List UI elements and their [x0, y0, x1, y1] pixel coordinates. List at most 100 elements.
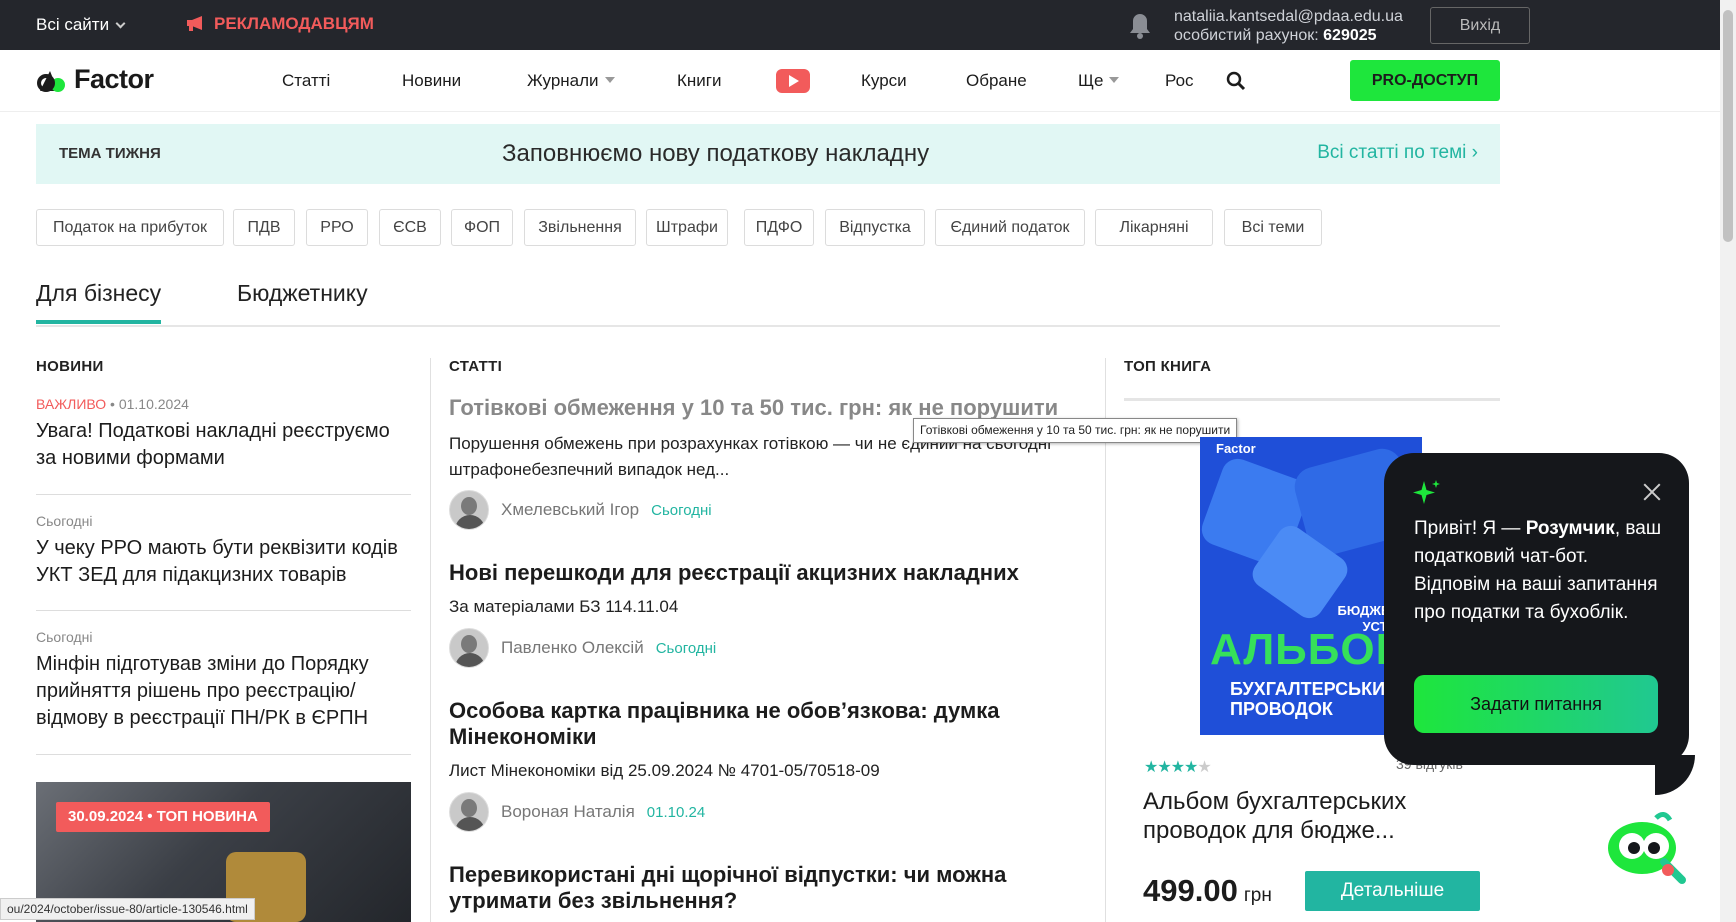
article-item[interactable]: Особова картка працівника не обов’язкова… — [449, 698, 1089, 784]
nav-articles[interactable]: Статті — [282, 71, 330, 91]
nav-books[interactable]: Книги — [677, 71, 721, 91]
tag-item[interactable]: ФОП — [451, 209, 513, 246]
tag-item[interactable]: Податок на прибуток — [36, 209, 224, 246]
nav-language-ru[interactable]: Рос — [1165, 71, 1194, 91]
avatar — [449, 490, 489, 530]
pro-access-button[interactable]: PRO-ДОСТУП — [1350, 60, 1500, 101]
news-title[interactable]: У чеку РРО мають бути реквізити кодів УК… — [36, 535, 411, 589]
youtube-icon[interactable] — [776, 69, 810, 93]
news-meta: ВАЖЛИВО • 01.10.2024 — [36, 396, 411, 412]
book-price: 499.00 грн — [1143, 873, 1272, 909]
news-item[interactable]: Сьогодні Мінфін підготував зміни до Поря… — [36, 629, 411, 732]
theme-label: ТЕМА ТИЖНЯ — [59, 145, 161, 162]
tab-business[interactable]: Для бізнесу — [36, 280, 162, 324]
theme-of-week-banner: ТЕМА ТИЖНЯ Заповнюємо нову податкову нак… — [36, 124, 1500, 184]
status-bar-url: ou/2024/october/issue-80/article-130546.… — [0, 898, 255, 920]
article-date: Сьогодні — [651, 501, 712, 519]
chevron-down-icon — [115, 18, 126, 29]
article-author[interactable]: Хмелевський Ігор Сьогодні — [449, 490, 712, 530]
news-title[interactable]: Увага! Податкові накладні реєструємо за … — [36, 418, 411, 472]
chevron-down-icon — [604, 77, 615, 83]
avatar — [449, 792, 489, 832]
nav-more-label: Ще — [1078, 71, 1104, 90]
news-item[interactable]: ВАЖЛИВО • 01.10.2024 Увага! Податкові на… — [36, 396, 411, 472]
sparkle-icon — [1413, 480, 1440, 504]
nav-news[interactable]: Новини — [402, 71, 461, 91]
logout-button[interactable]: Вихід — [1430, 7, 1530, 44]
chatbot-message: Привіт! Я — Розумчик, ваш податковий чат… — [1414, 515, 1664, 627]
theme-all-articles-link[interactable]: Всі статті по темі › — [1317, 142, 1478, 164]
article-author[interactable]: Павленко Олексій Сьогодні — [449, 628, 716, 668]
column-divider — [430, 358, 431, 922]
news-date: Сьогодні — [36, 513, 93, 529]
author-name[interactable]: Вороная Наталія — [501, 802, 635, 822]
chatbot-popup: Привіт! Я — Розумчик, ваш податковий чат… — [1384, 453, 1695, 795]
divider — [36, 610, 411, 611]
nav-journals-label: Журнали — [527, 71, 599, 90]
rating-stars: ★★★★★ — [1144, 759, 1212, 776]
article-item[interactable]: Нові перешкоди для реєстрації акцизних н… — [449, 560, 1089, 620]
author-name[interactable]: Павленко Олексій — [501, 638, 644, 658]
all-sites-dropdown[interactable]: Всі сайти — [36, 15, 126, 35]
scrollbar[interactable] — [1720, 0, 1736, 922]
advertisers-link[interactable]: РЕКЛАМОДАВЦЯМ — [186, 14, 374, 34]
tag-item[interactable]: ЄСВ — [379, 209, 441, 246]
article-date: Сьогодні — [655, 639, 717, 657]
ask-question-button[interactable]: Задати питання — [1414, 675, 1658, 733]
divider — [36, 754, 411, 755]
news-heading: НОВИНИ — [36, 358, 104, 375]
news-item[interactable]: Сьогодні У чеку РРО мають бути реквізити… — [36, 513, 411, 589]
greeting-text: Привіт! Я — — [1414, 518, 1526, 539]
tag-item[interactable]: Відпустка — [825, 209, 925, 246]
important-label: ВАЖЛИВО — [36, 396, 107, 412]
main-nav: Factor Статті Новини Журнали Книги Курси… — [0, 50, 1720, 112]
nav-courses[interactable]: Курси — [861, 71, 907, 91]
advertisers-label: РЕКЛАМОДАВЦЯМ — [214, 14, 374, 33]
account-number: 629025 — [1323, 27, 1377, 44]
search-icon[interactable] — [1226, 71, 1246, 96]
account-info[interactable]: nataliia.kantsedal@pdaa.edu.ua особистий… — [1174, 7, 1403, 45]
divider — [36, 494, 411, 495]
chatbot-mascot-icon[interactable] — [1604, 810, 1694, 890]
cover-title: АЛЬБОМ — [1210, 625, 1414, 674]
book-details-button[interactable]: Детальніше — [1305, 871, 1480, 911]
chevron-down-icon — [1109, 77, 1120, 83]
audience-tabs: Для бізнесу Бюджетнику — [36, 272, 1500, 327]
tag-item[interactable]: Звільнення — [524, 209, 636, 246]
top-bar: Всі сайти РЕКЛАМОДАВЦЯМ nataliia.kantsed… — [0, 0, 1720, 50]
tag-item[interactable]: Штрафи — [646, 209, 728, 246]
article-item[interactable]: Перевикористані дні щорічної відпустки: … — [449, 862, 1089, 914]
article-desc: За матеріалами БЗ 114.11.04 — [449, 597, 679, 616]
book-title[interactable]: Альбом бухгалтерських проводок для бюдже… — [1143, 787, 1493, 845]
author-name[interactable]: Хмелевський Ігор — [501, 500, 639, 520]
megaphone-icon — [187, 15, 202, 31]
link-tooltip: Готівкові обмеження у 10 та 50 тис. грн:… — [913, 418, 1238, 443]
news-meta: Сьогодні — [36, 629, 411, 645]
news-title[interactable]: Мінфін підготував зміни до Порядку прийн… — [36, 651, 411, 732]
avatar — [449, 628, 489, 668]
tag-item[interactable]: Єдиний податок — [935, 209, 1085, 246]
tag-item[interactable]: ПДВ — [233, 209, 295, 246]
account-email: nataliia.kantsedal@pdaa.edu.ua — [1174, 8, 1403, 25]
news-date: Сьогодні — [36, 629, 93, 645]
tag-item[interactable]: Лікарняні — [1095, 209, 1213, 246]
news-meta: Сьогодні — [36, 513, 411, 529]
article-author[interactable]: Вороная Наталія 01.10.24 — [449, 792, 705, 832]
nav-favorites[interactable]: Обране — [966, 71, 1027, 91]
bell-icon[interactable] — [1128, 12, 1152, 45]
article-title[interactable]: Особова картка працівника не обов’язкова… — [449, 698, 1089, 750]
tag-item[interactable]: Всі теми — [1224, 209, 1322, 246]
article-title[interactable]: Перевикористані дні щорічної відпустки: … — [449, 862, 1089, 914]
article-desc: Лист Мінекономіки від 25.09.2024 № 4701-… — [449, 761, 880, 780]
theme-title[interactable]: Заповнюємо нову податкову накладну — [502, 140, 929, 168]
tag-item[interactable]: ПДФО — [744, 209, 814, 246]
nav-journals[interactable]: Журнали — [527, 71, 615, 91]
tag-item[interactable]: РРО — [306, 209, 368, 246]
factor-logo[interactable]: Factor — [36, 64, 154, 95]
tab-budget[interactable]: Бюджетнику — [237, 280, 368, 307]
nav-more[interactable]: Ще — [1078, 71, 1120, 91]
price-value: 499.00 — [1143, 873, 1238, 908]
article-title[interactable]: Нові перешкоди для реєстрації акцизних н… — [449, 560, 1089, 586]
scrollbar-thumb[interactable] — [1723, 10, 1733, 242]
close-icon[interactable] — [1643, 483, 1661, 501]
